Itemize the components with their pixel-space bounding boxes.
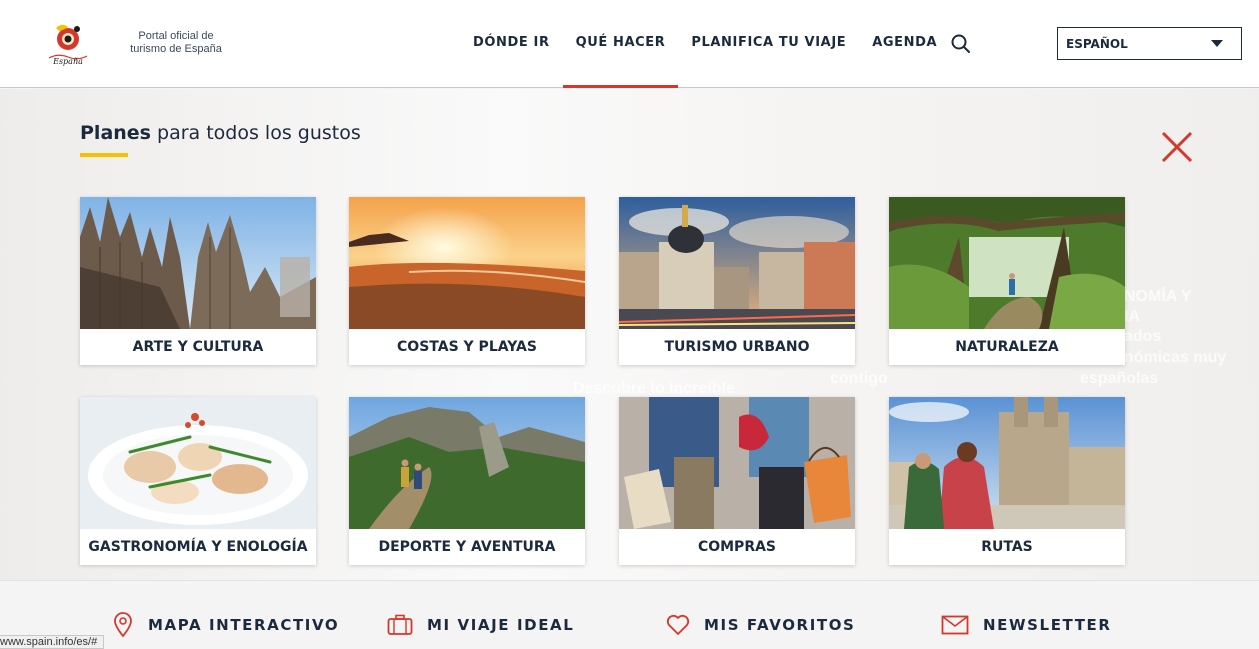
card-gastronomia-enologia[interactable]: GASTRONOMÍA Y ENOLOGÍA [80,397,316,565]
background-text: IA [1124,308,1140,325]
card-label: RUTAS [981,539,1033,555]
mountain-hikers-photo [349,397,585,529]
card-label: NATURALEZA [955,339,1059,355]
footer-label: MI VIAJE IDEAL [427,616,575,634]
card-arte-cultura[interactable]: ARTE Y CULTURA [80,197,316,365]
title-underline [80,153,128,157]
map-pin-icon [114,612,132,638]
card-label: COMPRAS [697,539,777,555]
nav-planifica[interactable]: PLANIFICA TU VIAJE [678,0,859,88]
mi-viaje-ideal-link[interactable]: MI VIAJE IDEAL [387,612,574,638]
background-text: ados [1124,328,1162,345]
card-rutas[interactable]: RUTAS [889,397,1125,565]
nav-que-hacer[interactable]: QUÉ HACER [562,0,679,88]
spain-logo[interactable]: España [46,20,90,66]
shopping-couple-photo [619,397,855,529]
site-header: España Portal oficial de turismo de Espa… [0,0,1259,88]
background-text: contigo [830,370,888,387]
background-text: NOMÍA Y [1124,288,1192,305]
mapa-interactivo-link[interactable]: MAPA INTERACTIVO [112,612,339,638]
sagrada-familia-photo [80,197,316,329]
card-turismo-urbano[interactable]: TURISMO URBANO [619,197,855,365]
envelope-icon [941,615,969,635]
footer-label: MAPA INTERACTIVO [148,616,340,634]
card-deporte-aventura[interactable]: DEPORTE Y AVENTURA [349,397,585,565]
squid-dish-photo [80,397,316,529]
card-label: ARTE Y CULTURA [132,339,264,355]
footer-label: NEWSLETTER [983,616,1112,634]
browser-status-url: www.spain.info/es/# [0,635,105,649]
beach-sunset-photo [349,197,585,329]
mis-favoritos-link[interactable]: MIS FAVORITOS [666,612,855,638]
newsletter-link[interactable]: NEWSLETTER [941,612,1112,638]
section-title: Planes para todos los gustos [80,122,361,144]
card-costas-playas[interactable]: COSTAS Y PLAYAS [349,197,585,365]
card-compras[interactable]: COMPRAS [619,397,855,565]
card-label: TURISMO URBANO [664,339,810,355]
main-nav: DÓNDE IR QUÉ HACER PLANIFICA TU VIAJE AG… [460,0,950,88]
chevron-down-icon [1211,40,1223,47]
card-label: DEPORTE Y AVENTURA [378,539,556,555]
portal-tagline: Portal oficial de turismo de España [130,30,222,55]
footer-label: MIS FAVORITOS [704,616,856,634]
close-icon[interactable] [1160,130,1194,164]
footer-toolbar: MAPA INTERACTIVO MI VIAJE IDEAL MIS FAVO… [0,580,1259,649]
nav-donde-ir[interactable]: DÓNDE IR [460,0,563,88]
card-naturaleza[interactable]: NATURALEZA [889,197,1125,365]
card-label: GASTRONOMÍA Y ENOLOGÍA [88,539,308,555]
logo-lettering: España [52,57,83,66]
forest-hiker-photo [889,197,1125,329]
background-text: Descubre lo increíble [573,380,735,397]
section-title-rest: para todos los gustos [150,122,361,144]
language-select[interactable]: ESPAÑOL [1057,27,1242,60]
background-text: españolas [1080,370,1159,387]
santiago-cathedral-photo [889,397,1125,529]
madrid-gran-via-photo [619,197,855,329]
section-title-bold: Planes [80,122,151,144]
suitcase-icon [387,614,413,635]
heart-icon [666,614,690,635]
background-text: nómicas muy [1124,349,1227,366]
nav-agenda[interactable]: AGENDA [859,0,950,88]
language-selected: ESPAÑOL [1066,37,1128,51]
card-label: COSTAS Y PLAYAS [397,339,537,355]
search-icon[interactable] [950,33,972,55]
